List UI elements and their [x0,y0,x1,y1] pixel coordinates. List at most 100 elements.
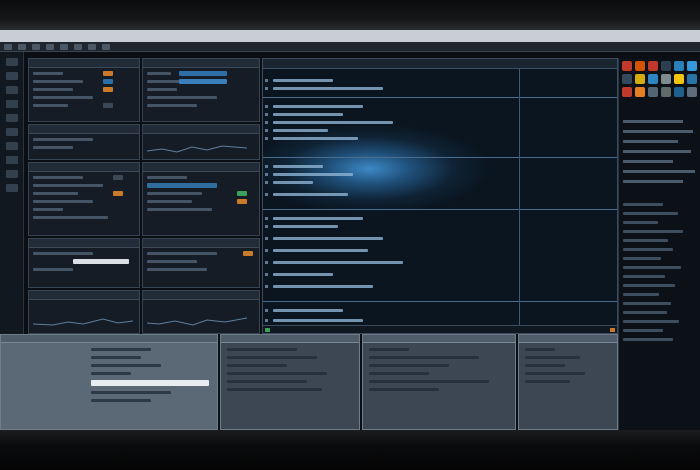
rail-icon[interactable] [5,142,18,150]
tree-item[interactable] [623,212,678,215]
tree-item[interactable] [623,275,665,278]
monitor-bezel-top [0,0,700,32]
color-swatch[interactable] [687,74,697,84]
sparkline [147,317,247,326]
color-swatch[interactable] [687,61,697,71]
rail-icon[interactable] [5,114,18,122]
tree-item[interactable] [623,239,668,242]
bottom-panel-3 [362,334,516,430]
tree-item[interactable] [623,320,679,323]
color-swatch[interactable] [622,87,632,97]
rail-icon[interactable] [5,86,18,94]
panel-title [29,163,139,172]
panel-title [1,335,217,343]
color-swatch[interactable] [661,87,671,97]
panel-graph [142,124,260,160]
color-swatch[interactable] [648,61,658,71]
rail-icon[interactable] [5,100,18,108]
tree-item[interactable] [623,257,661,260]
color-swatch[interactable] [648,74,658,84]
panel-title [363,335,515,343]
panel-graph-2 [28,290,140,334]
panel-bl-b [142,238,260,288]
panel-title [143,163,259,172]
toolbar-button[interactable] [74,43,82,50]
toolbar-button[interactable] [88,43,96,50]
tree-item[interactable] [623,302,671,305]
rail-icon[interactable] [5,156,18,164]
editor-title [263,59,617,69]
panel-title [143,59,259,68]
rail-icon[interactable] [5,170,18,178]
toolbar-button[interactable] [102,43,110,50]
outline-tree [623,203,696,347]
monitor-bezel-bottom [0,430,700,470]
panel-title [143,239,259,248]
panel-tl-a [28,58,140,122]
menu-bar [0,30,700,42]
panel-tl-c [28,124,140,160]
property-list [623,120,696,190]
bottom-panel-4 [518,334,618,430]
gear-icon[interactable] [32,43,40,50]
panel-title [143,291,259,300]
toolbar [0,42,700,52]
editor-status-bar [263,325,617,333]
status-indicator [265,328,270,332]
tree-item[interactable] [623,248,673,251]
menu-icon[interactable] [4,43,12,50]
color-palette [619,58,700,100]
selected-row[interactable] [91,380,209,386]
color-swatch[interactable] [661,61,671,71]
activity-rail [0,52,24,334]
color-swatch[interactable] [674,87,684,97]
tree-item[interactable] [623,230,683,233]
main-editor[interactable] [262,58,618,334]
rail-icon[interactable] [5,58,18,66]
color-swatch[interactable] [635,74,645,84]
color-swatch[interactable] [622,61,632,71]
tree-item[interactable] [623,329,663,332]
right-inspector [618,58,700,430]
sparkline [33,318,133,326]
color-swatch[interactable] [648,87,658,97]
color-swatch[interactable] [687,87,697,97]
folder-icon[interactable] [18,43,26,50]
tree-item[interactable] [623,284,675,287]
panel-title [143,125,259,134]
panel-title [221,335,359,343]
status-indicator [610,328,615,332]
color-swatch[interactable] [674,61,684,71]
rail-icon[interactable] [5,184,18,192]
play-icon[interactable] [46,43,54,50]
bottom-panel-1 [0,334,218,430]
panel-title [29,291,139,300]
bottom-panel-2 [220,334,360,430]
color-swatch[interactable] [635,61,645,71]
tree-item[interactable] [623,338,673,341]
color-swatch[interactable] [674,74,684,84]
tree-item[interactable] [623,293,659,296]
color-swatch[interactable] [661,74,671,84]
panel-title [29,125,139,134]
tree-item[interactable] [623,203,663,206]
panel-title [29,239,139,248]
search-icon[interactable] [60,43,68,50]
panel-tl-b [142,58,260,122]
sparkline [147,145,247,153]
editor-body[interactable] [263,69,617,333]
tree-item[interactable] [623,221,658,224]
tree-item[interactable] [623,266,681,269]
workspace [0,52,700,470]
tree-item[interactable] [623,311,667,314]
panel-bl-a [28,238,140,288]
panel-ml-b [142,162,260,236]
rail-icon[interactable] [5,128,18,136]
panel-title [29,59,139,68]
rail-icon[interactable] [5,72,18,80]
color-swatch[interactable] [635,87,645,97]
color-swatch[interactable] [622,74,632,84]
panel-title [519,335,617,343]
panel-graph-3 [142,290,260,334]
panel-ml-a [28,162,140,236]
